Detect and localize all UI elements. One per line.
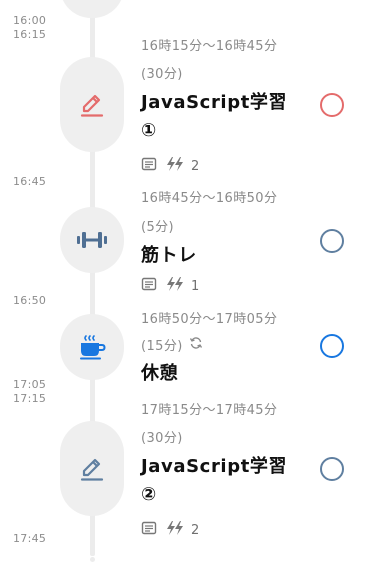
task-bubble[interactable] — [60, 207, 124, 273]
task-time-range: 16時50分〜17時05分 — [141, 312, 278, 327]
task-title[interactable]: 筋トレ — [141, 241, 197, 267]
task-duration-text: (15分) — [141, 339, 183, 354]
task-time-range: 16時45分〜16時50分 — [141, 191, 278, 206]
previous-task-bubble[interactable] — [60, 0, 124, 18]
task-title-line2[interactable]: ② — [141, 484, 157, 505]
task-complete-toggle[interactable] — [320, 93, 344, 117]
coffee-icon — [77, 333, 107, 361]
task-complete-toggle[interactable] — [320, 229, 344, 253]
task-title[interactable]: JavaScript学習 — [141, 88, 287, 114]
task-duration: (5分) — [141, 220, 175, 235]
time-label: 16:45 — [13, 175, 47, 188]
time-label: 16:15 — [13, 28, 47, 41]
time-label: 17:45 — [13, 532, 47, 545]
task-bubble[interactable] — [60, 57, 124, 152]
dumbbell-icon — [75, 229, 109, 251]
time-label: 17:05 — [13, 378, 47, 391]
task-duration: (30分) — [141, 431, 183, 446]
timeline-end-dot — [90, 557, 95, 562]
task-complete-toggle[interactable] — [320, 457, 344, 481]
energy-icon — [165, 520, 185, 540]
energy-count: 2 — [191, 522, 200, 538]
energy-count: 2 — [191, 158, 200, 174]
memo-icon — [141, 521, 157, 539]
task-time-range: 17時15分〜17時45分 — [141, 403, 278, 418]
task-sub-info: 2 — [141, 520, 199, 540]
pencil-icon — [78, 455, 106, 483]
task-time-range: 16時15分〜16時45分 — [141, 39, 278, 54]
memo-icon — [141, 277, 157, 295]
energy-icon — [165, 156, 185, 176]
repeat-icon — [189, 336, 203, 354]
time-label: 17:15 — [13, 392, 47, 405]
task-complete-toggle[interactable] — [320, 334, 344, 358]
task-duration: (15分) — [141, 335, 203, 354]
task-title[interactable]: 休憩 — [141, 359, 178, 385]
task-sub-info: 2 — [141, 156, 199, 176]
task-bubble[interactable] — [60, 421, 124, 516]
time-label: 16:50 — [13, 294, 47, 307]
time-label: 16:00 — [13, 14, 47, 27]
energy-count: 1 — [191, 278, 200, 294]
task-bubble[interactable] — [60, 314, 124, 380]
task-title-line2[interactable]: ① — [141, 120, 157, 141]
memo-icon — [141, 157, 157, 175]
task-duration: (30分) — [141, 67, 183, 82]
task-sub-info: 1 — [141, 276, 199, 296]
task-title[interactable]: JavaScript学習 — [141, 452, 287, 478]
pencil-icon — [78, 91, 106, 119]
energy-icon — [165, 276, 185, 296]
